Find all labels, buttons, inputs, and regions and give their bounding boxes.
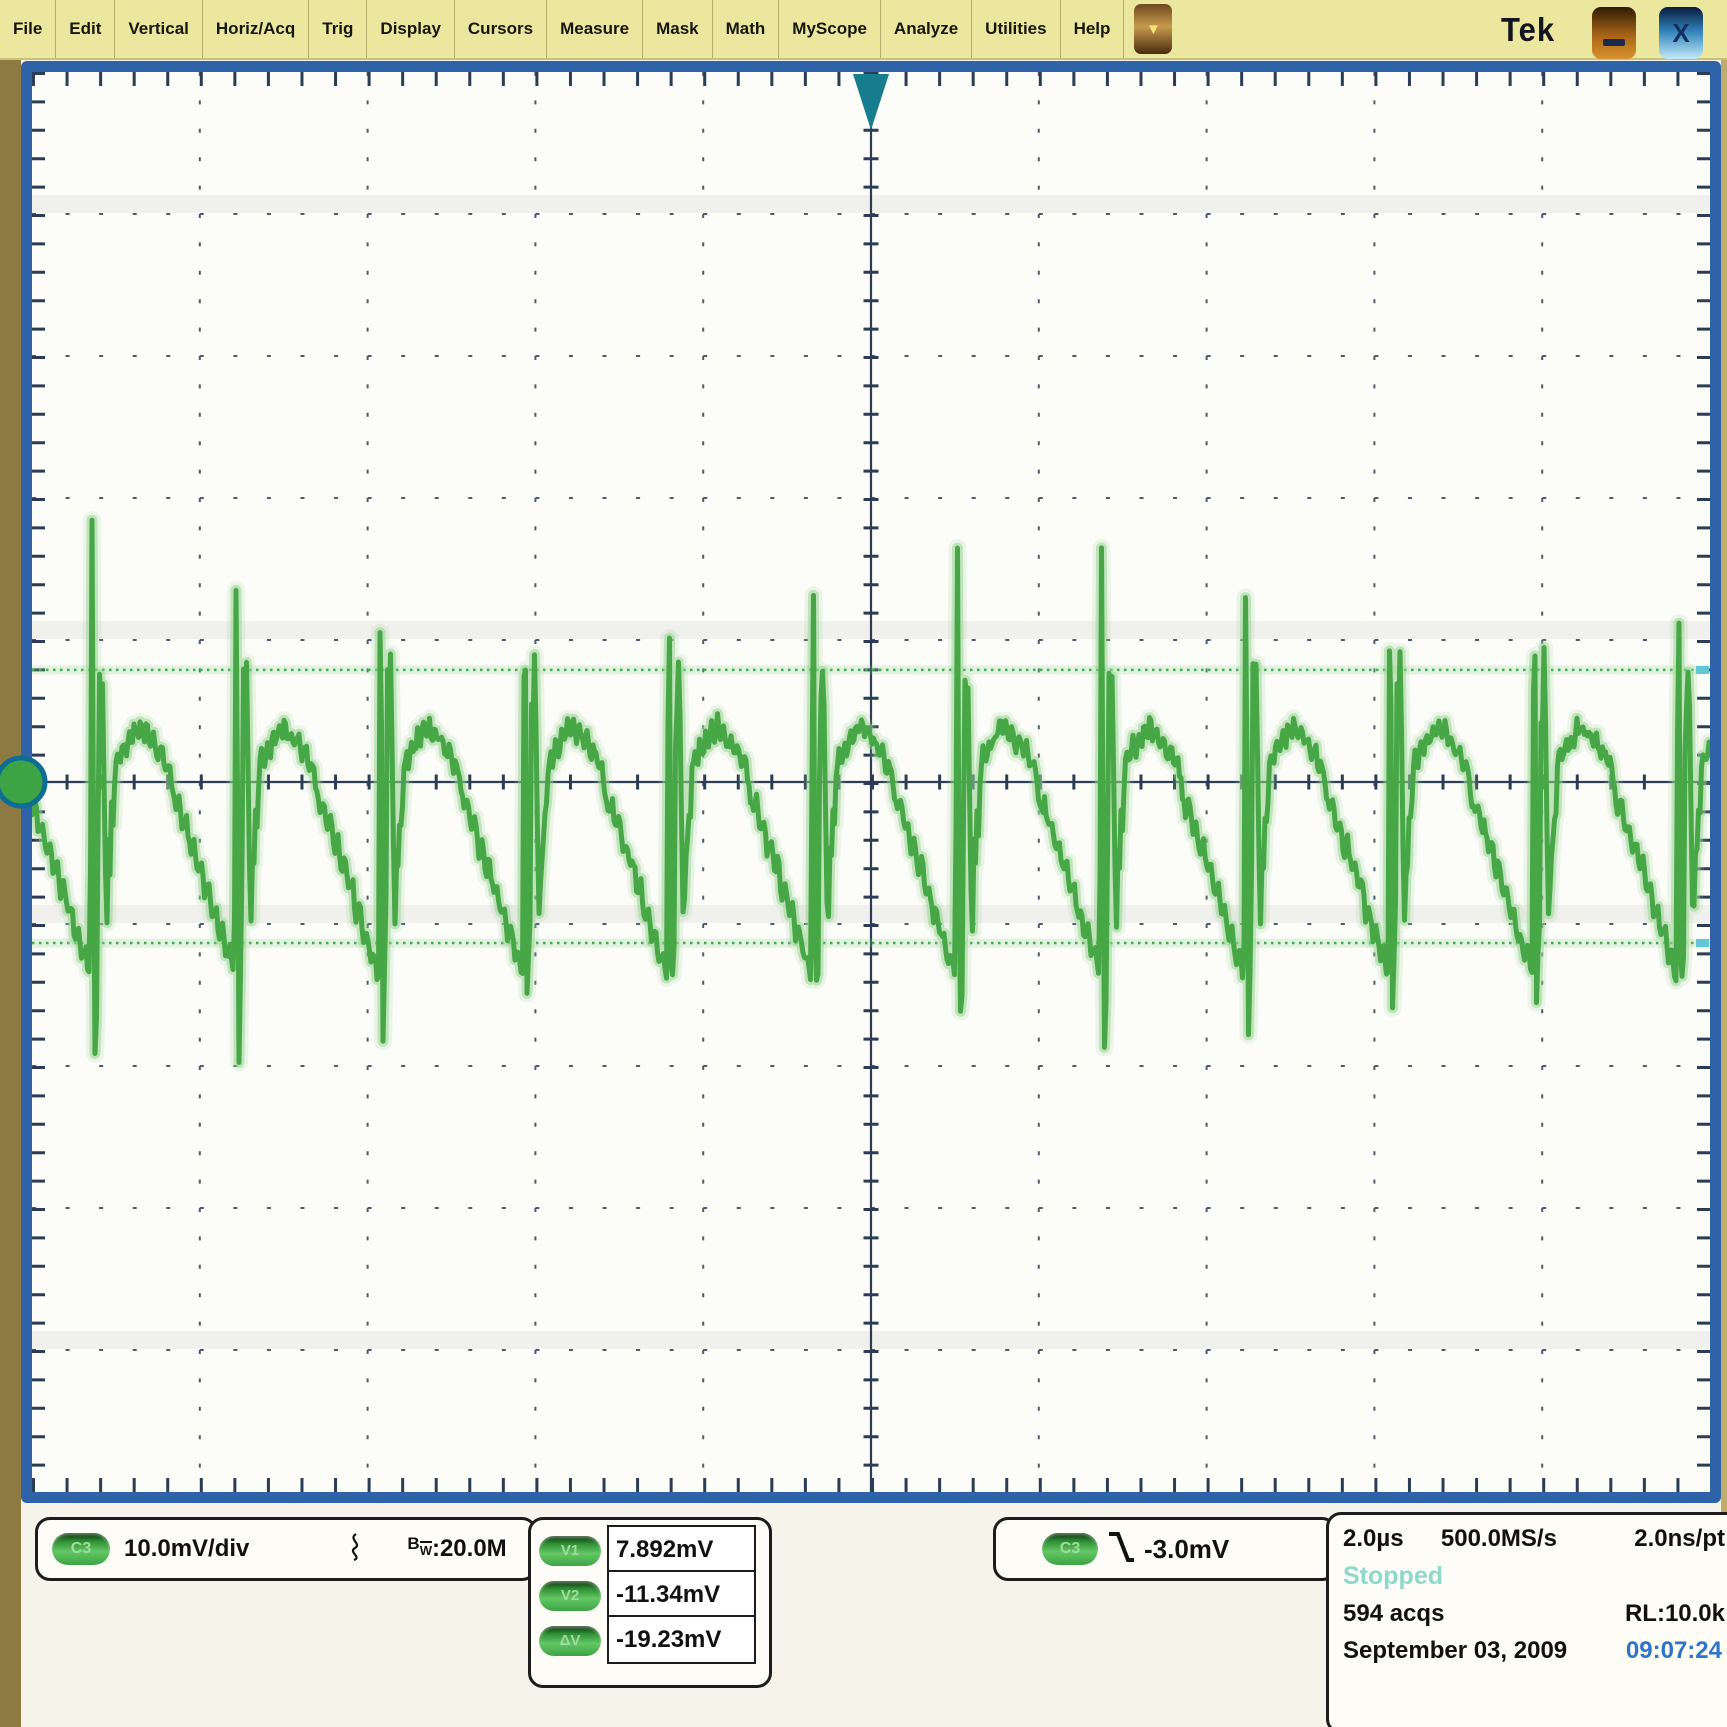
date-label: September 03, 2009 xyxy=(1343,1637,1567,1665)
date-row: September 03, 2009 09:07:24 xyxy=(1343,1637,1725,1665)
trigger-source-badge[interactable]: C3 xyxy=(1042,1533,1098,1565)
menu-item-display[interactable]: Display xyxy=(367,0,454,58)
menu-items: FileEditVerticalHoriz/AcqTrigDisplayCurs… xyxy=(0,0,1124,58)
menu-item-file[interactable]: File xyxy=(0,0,56,58)
bandwidth-value: :20.0M xyxy=(432,1535,507,1563)
graticule-display xyxy=(0,0,1727,1727)
cursor-badge-1[interactable]: V1 xyxy=(539,1536,601,1566)
acquisition-info-box: 2.0µs 500.0MS/s 2.0ns/pt Stopped 594 acq… xyxy=(1326,1512,1727,1727)
cursor-row-1: V17.892mV xyxy=(539,1528,769,1573)
channel-readout-box: C3 10.0mV/div BW:20.0M xyxy=(35,1517,537,1581)
voltage-cursor-band xyxy=(32,939,1710,948)
ac-coupling-icon xyxy=(347,1532,363,1567)
cursor-badge-2[interactable]: V2 xyxy=(539,1581,601,1611)
menu-item-edit[interactable]: Edit xyxy=(56,0,115,58)
close-icon: X xyxy=(1672,18,1689,49)
oscilloscope-screen: FileEditVerticalHoriz/AcqTrigDisplayCurs… xyxy=(0,0,1727,1727)
trigger-readout-box: C3 -3.0mV xyxy=(993,1517,1337,1581)
minimize-icon xyxy=(1603,39,1625,46)
cursor-value-2: -11.34mV xyxy=(607,1570,756,1619)
cursor-value-3: -19.23mV xyxy=(607,1615,756,1664)
cursor-row-3: ΔV-19.23mV xyxy=(539,1618,769,1663)
clock-label: 09:07:24 xyxy=(1623,1637,1725,1665)
menu-item-help[interactable]: Help xyxy=(1061,0,1125,58)
bandwidth-limit[interactable]: BW:20.0M xyxy=(407,1535,506,1563)
voltage-cursor-band xyxy=(32,665,1710,674)
menu-item-myscope[interactable]: MyScope xyxy=(779,0,881,58)
cursor-badge-3[interactable]: ΔV xyxy=(539,1626,601,1656)
falling-edge-icon xyxy=(1106,1529,1136,1570)
sample-resolution: 2.0ns/pt xyxy=(1634,1525,1725,1553)
close-button[interactable]: X xyxy=(1659,7,1703,59)
bandwidth-w: W xyxy=(420,1541,432,1558)
cursor-edge-marker[interactable] xyxy=(1696,666,1709,674)
menu-item-cursors[interactable]: Cursors xyxy=(455,0,547,58)
sample-rate: 500.0MS/s xyxy=(1441,1525,1557,1553)
minimize-button[interactable] xyxy=(1592,7,1636,59)
status-row: Stopped xyxy=(1343,1562,1725,1591)
cursor-row-2: V2-11.34mV xyxy=(539,1573,769,1618)
channel-scale[interactable]: 10.0mV/div xyxy=(124,1535,249,1563)
menu-item-trig[interactable]: Trig xyxy=(309,0,367,58)
acqs-row: 594 acqs RL:10.0k xyxy=(1343,1600,1725,1628)
channel-badge[interactable]: C3 xyxy=(52,1533,110,1565)
menu-item-utilities[interactable]: Utilities xyxy=(972,0,1060,58)
menu-item-math[interactable]: Math xyxy=(713,0,780,58)
menu-item-analyze[interactable]: Analyze xyxy=(881,0,972,58)
cursor-value-1: 7.892mV xyxy=(607,1525,756,1574)
menu-overflow-button[interactable]: ▼ xyxy=(1134,4,1172,54)
menu-item-horiz-acq[interactable]: Horiz/Acq xyxy=(203,0,309,58)
timebase-value[interactable]: 2.0µs xyxy=(1343,1525,1404,1553)
menu-bar: FileEditVerticalHoriz/AcqTrigDisplayCurs… xyxy=(0,0,1727,60)
cursor-edge-marker[interactable] xyxy=(1696,939,1709,947)
cursor-readout-box: V17.892mVV2-11.34mVΔV-19.23mV xyxy=(528,1517,772,1688)
acquisition-status: Stopped xyxy=(1343,1562,1443,1591)
menu-item-measure[interactable]: Measure xyxy=(547,0,643,58)
record-length[interactable]: RL:10.0k xyxy=(1625,1600,1725,1628)
bandwidth-b: B xyxy=(407,1534,419,1554)
channel-ground-marker[interactable] xyxy=(0,758,45,806)
acquisition-count: 594 acqs xyxy=(1343,1600,1444,1628)
tek-logo: Tek xyxy=(1501,11,1555,50)
menu-item-mask[interactable]: Mask xyxy=(643,0,713,58)
triangle-down-icon: ▼ xyxy=(1146,21,1161,38)
trigger-level[interactable]: -3.0mV xyxy=(1144,1534,1229,1565)
timebase-row: 2.0µs 500.0MS/s 2.0ns/pt xyxy=(1343,1525,1725,1553)
menu-item-vertical[interactable]: Vertical xyxy=(115,0,203,58)
